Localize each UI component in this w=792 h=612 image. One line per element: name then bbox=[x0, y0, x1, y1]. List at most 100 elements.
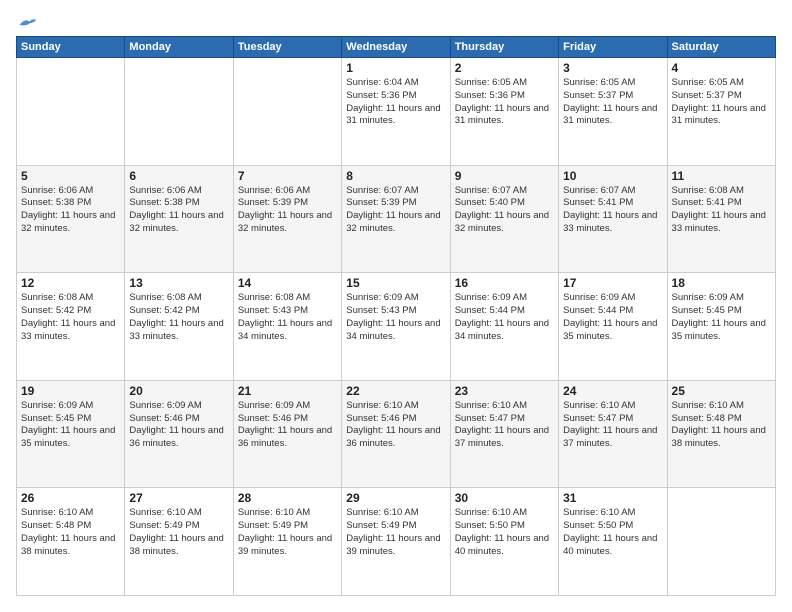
day-number: 5 bbox=[21, 169, 120, 183]
day-number: 6 bbox=[129, 169, 228, 183]
calendar-cell: 20 Sunrise: 6:09 AM Sunset: 5:46 PM Dayli… bbox=[125, 380, 233, 488]
day-number: 30 bbox=[455, 491, 554, 505]
day-info: Sunrise: 6:06 AM Sunset: 5:38 PM Dayligh… bbox=[129, 185, 228, 236]
day-info: Sunrise: 6:07 AM Sunset: 5:40 PM Dayligh… bbox=[455, 185, 554, 236]
calendar-cell: 28 Sunrise: 6:10 AM Sunset: 5:49 PM Dayli… bbox=[233, 488, 341, 596]
day-number: 28 bbox=[238, 491, 337, 505]
day-number: 3 bbox=[563, 61, 662, 75]
day-info: Sunrise: 6:06 AM Sunset: 5:38 PM Dayligh… bbox=[21, 185, 120, 236]
calendar-cell: 16 Sunrise: 6:09 AM Sunset: 5:44 PM Dayli… bbox=[450, 273, 558, 381]
day-number: 12 bbox=[21, 276, 120, 290]
day-info: Sunrise: 6:10 AM Sunset: 5:48 PM Dayligh… bbox=[672, 400, 771, 451]
calendar-cell: 17Sunrise: 6:09 AM Sunset: 5:44 PM Dayli… bbox=[559, 273, 667, 381]
day-number: 22 bbox=[346, 384, 445, 398]
calendar-cell: 6 Sunrise: 6:06 AM Sunset: 5:38 PM Daylig… bbox=[125, 165, 233, 273]
day-info: Sunrise: 6:10 AM Sunset: 5:47 PM Dayligh… bbox=[563, 400, 662, 451]
day-info: Sunrise: 6:09 AM Sunset: 5:43 PM Dayligh… bbox=[346, 292, 445, 343]
weekday-header: Wednesday bbox=[342, 37, 450, 58]
calendar-cell: 10 Sunrise: 6:07 AM Sunset: 5:41 PM Dayli… bbox=[559, 165, 667, 273]
header bbox=[16, 16, 776, 28]
day-info: Sunrise: 6:10 AM Sunset: 5:48 PM Dayligh… bbox=[21, 507, 120, 558]
weekday-header: Friday bbox=[559, 37, 667, 58]
calendar-cell: 12Sunrise: 6:08 AM Sunset: 5:42 PM Dayli… bbox=[17, 273, 125, 381]
day-number: 25 bbox=[672, 384, 771, 398]
calendar-cell: 29 Sunrise: 6:10 AM Sunset: 5:49 PM Dayli… bbox=[342, 488, 450, 596]
calendar-table: SundayMondayTuesdayWednesdayThursdayFrid… bbox=[16, 36, 776, 596]
day-info: Sunrise: 6:04 AM Sunset: 5:36 PM Dayligh… bbox=[346, 77, 445, 128]
day-info: Sunrise: 6:09 AM Sunset: 5:46 PM Dayligh… bbox=[129, 400, 228, 451]
calendar-cell: 14 Sunrise: 6:08 AM Sunset: 5:43 PM Dayli… bbox=[233, 273, 341, 381]
page: SundayMondayTuesdayWednesdayThursdayFrid… bbox=[0, 0, 792, 612]
calendar-cell: 22 Sunrise: 6:10 AM Sunset: 5:46 PM Dayli… bbox=[342, 380, 450, 488]
calendar-cell: 5 Sunrise: 6:06 AM Sunset: 5:38 PM Daylig… bbox=[17, 165, 125, 273]
day-info: Sunrise: 6:10 AM Sunset: 5:46 PM Dayligh… bbox=[346, 400, 445, 451]
day-number: 10 bbox=[563, 169, 662, 183]
day-number: 7 bbox=[238, 169, 337, 183]
calendar-week-row: 12 Sunrise: 6:08 AM Sunset: 5:42 PM Dayli… bbox=[17, 273, 776, 381]
calendar-cell: 15 Sunrise: 6:09 AM Sunset: 5:43 PM Dayli… bbox=[342, 273, 450, 381]
calendar-cell: 13 Sunrise: 6:08 AM Sunset: 5:42 PM Dayli… bbox=[125, 273, 233, 381]
calendar-cell bbox=[17, 58, 125, 166]
day-number: 21 bbox=[238, 384, 337, 398]
day-number: 15 bbox=[346, 276, 445, 290]
day-info: Sunrise: 6:10 AM Sunset: 5:49 PM Dayligh… bbox=[346, 507, 445, 558]
day-info: Sunrise: 6:08 AM Sunset: 5:41 PM Dayligh… bbox=[672, 185, 771, 236]
calendar-cell: 31 Sunrise: 6:10 AM Sunset: 5:50 PM Dayli… bbox=[559, 488, 667, 596]
day-number: 16 bbox=[455, 276, 554, 290]
weekday-header: Monday bbox=[125, 37, 233, 58]
day-number: 2 bbox=[455, 61, 554, 75]
calendar-cell: 21Sunrise: 6:09 AM Sunset: 5:46 PM Dayli… bbox=[233, 380, 341, 488]
calendar-cell: 4 Sunrise: 6:05 AM Sunset: 5:37 PM Daylig… bbox=[667, 58, 775, 166]
day-info: Sunrise: 6:05 AM Sunset: 5:37 PM Dayligh… bbox=[672, 77, 771, 128]
day-number: 27 bbox=[129, 491, 228, 505]
day-info: Sunrise: 6:10 AM Sunset: 5:50 PM Dayligh… bbox=[563, 507, 662, 558]
day-info: Sunrise: 6:10 AM Sunset: 5:49 PM Dayligh… bbox=[129, 507, 228, 558]
calendar-cell: 19Sunrise: 6:09 AM Sunset: 5:45 PM Dayli… bbox=[17, 380, 125, 488]
day-info: Sunrise: 6:06 AM Sunset: 5:39 PM Dayligh… bbox=[238, 185, 337, 236]
day-number: 8 bbox=[346, 169, 445, 183]
day-number: 11 bbox=[672, 169, 771, 183]
day-number: 26 bbox=[21, 491, 120, 505]
calendar-cell bbox=[125, 58, 233, 166]
day-number: 14 bbox=[238, 276, 337, 290]
calendar-cell: 26 Sunrise: 6:10 AM Sunset: 5:48 PM Dayli… bbox=[17, 488, 125, 596]
day-number: 31 bbox=[563, 491, 662, 505]
weekday-header: Sunday bbox=[17, 37, 125, 58]
calendar-cell: 25 Sunrise: 6:10 AM Sunset: 5:48 PM Dayli… bbox=[667, 380, 775, 488]
calendar-cell bbox=[233, 58, 341, 166]
calendar-week-row: 1 Sunrise: 6:04 AM Sunset: 5:36 PM Daylig… bbox=[17, 58, 776, 166]
day-info: Sunrise: 6:07 AM Sunset: 5:41 PM Dayligh… bbox=[563, 185, 662, 236]
calendar-week-row: 19Sunrise: 6:09 AM Sunset: 5:45 PM Dayli… bbox=[17, 380, 776, 488]
day-number: 4 bbox=[672, 61, 771, 75]
day-info: Sunrise: 6:05 AM Sunset: 5:36 PM Dayligh… bbox=[455, 77, 554, 128]
calendar-cell: 30 Sunrise: 6:10 AM Sunset: 5:50 PM Dayli… bbox=[450, 488, 558, 596]
day-info: Sunrise: 6:10 AM Sunset: 5:50 PM Dayligh… bbox=[455, 507, 554, 558]
day-info: Sunrise: 6:10 AM Sunset: 5:47 PM Dayligh… bbox=[455, 400, 554, 451]
weekday-header: Thursday bbox=[450, 37, 558, 58]
calendar-cell: 2 Sunrise: 6:05 AM Sunset: 5:36 PM Daylig… bbox=[450, 58, 558, 166]
day-number: 20 bbox=[129, 384, 228, 398]
day-info: Sunrise: 6:08 AM Sunset: 5:42 PM Dayligh… bbox=[129, 292, 228, 343]
day-number: 29 bbox=[346, 491, 445, 505]
calendar-week-row: 26 Sunrise: 6:10 AM Sunset: 5:48 PM Dayli… bbox=[17, 488, 776, 596]
weekday-header-row: SundayMondayTuesdayWednesdayThursdayFrid… bbox=[17, 37, 776, 58]
calendar-cell: 24 Sunrise: 6:10 AM Sunset: 5:47 PM Dayli… bbox=[559, 380, 667, 488]
day-number: 23 bbox=[455, 384, 554, 398]
calendar-cell: 23 Sunrise: 6:10 AM Sunset: 5:47 PM Dayli… bbox=[450, 380, 558, 488]
day-number: 1 bbox=[346, 61, 445, 75]
day-number: 13 bbox=[129, 276, 228, 290]
calendar-cell: 9 Sunrise: 6:07 AM Sunset: 5:40 PM Daylig… bbox=[450, 165, 558, 273]
day-info: Sunrise: 6:10 AM Sunset: 5:49 PM Dayligh… bbox=[238, 507, 337, 558]
weekday-header: Saturday bbox=[667, 37, 775, 58]
calendar-cell: 1 Sunrise: 6:04 AM Sunset: 5:36 PM Daylig… bbox=[342, 58, 450, 166]
calendar-cell: 11 Sunrise: 6:08 AM Sunset: 5:41 PM Dayli… bbox=[667, 165, 775, 273]
day-number: 24 bbox=[563, 384, 662, 398]
day-info: Sunrise: 6:09 AM Sunset: 5:44 PM Dayligh… bbox=[455, 292, 554, 343]
calendar-cell: 27 Sunrise: 6:10 AM Sunset: 5:49 PM Dayli… bbox=[125, 488, 233, 596]
day-number: 9 bbox=[455, 169, 554, 183]
calendar-week-row: 5 Sunrise: 6:06 AM Sunset: 5:38 PM Daylig… bbox=[17, 165, 776, 273]
day-info: Sunrise: 6:08 AM Sunset: 5:43 PM Dayligh… bbox=[238, 292, 337, 343]
calendar-cell: 7 Sunrise: 6:06 AM Sunset: 5:39 PM Daylig… bbox=[233, 165, 341, 273]
day-info: Sunrise: 6:05 AM Sunset: 5:37 PM Dayligh… bbox=[563, 77, 662, 128]
day-info: Sunrise: 6:09 AM Sunset: 5:45 PM Dayligh… bbox=[672, 292, 771, 343]
